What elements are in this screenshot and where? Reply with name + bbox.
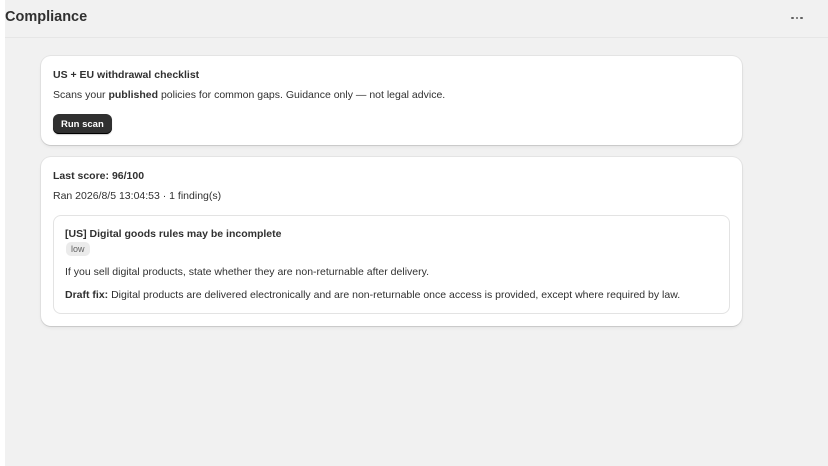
checklist-desc-prefix: Scans your — [53, 89, 109, 101]
checklist-desc-bold: published — [108, 89, 159, 101]
run-scan-button[interactable]: Run scan — [53, 114, 112, 134]
finding-description: If you sell digital products, state whet… — [65, 266, 429, 278]
finding-draft-fix: Draft fix: Digital products are delivere… — [65, 289, 680, 301]
page-title: Compliance — [5, 9, 88, 25]
checklist-card: US + EU withdrawal checklist Scans your … — [41, 56, 742, 145]
results-card: Last score: 96/100 Ran 2026/8/5 13:04:53… — [41, 157, 742, 326]
checklist-desc-suffix: policies for common gaps. Guidance only … — [158, 89, 446, 101]
finding-item: [US] Digital goods rules may be incomple… — [53, 215, 730, 314]
top-bar: Compliance — [5, 0, 828, 38]
severity-badge: low — [66, 242, 90, 256]
checklist-description: Scans your published policies for common… — [53, 89, 445, 101]
finding-title: [US] Digital goods rules may be incomple… — [65, 228, 282, 240]
more-horizontal-icon — [791, 16, 803, 20]
more-actions-button[interactable] — [785, 8, 809, 28]
draft-fix-label: Draft fix: — [65, 289, 109, 301]
scan-timestamp: Ran 2026/8/5 13:04:53 · 1 finding(s) — [53, 190, 222, 202]
draft-fix-text: Digital products are delivered electroni… — [108, 289, 681, 301]
last-score: Last score: 96/100 — [53, 170, 145, 182]
app-frame: Compliance US + EU withdrawal checklist … — [5, 0, 828, 466]
checklist-heading: US + EU withdrawal checklist — [53, 69, 200, 81]
